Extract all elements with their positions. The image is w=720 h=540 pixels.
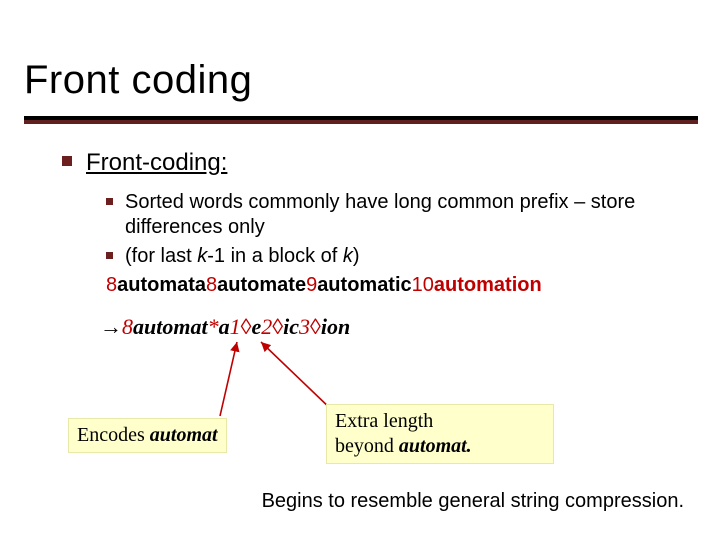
arrow-icon: → bbox=[100, 314, 122, 339]
bullet-level1: Front-coding: bbox=[62, 148, 682, 178]
suffix: ic bbox=[283, 314, 299, 339]
bullet-square-icon bbox=[106, 198, 113, 205]
diamond-icon: ◊ bbox=[310, 314, 321, 339]
len-number: 10 bbox=[412, 274, 434, 296]
len-number: 9 bbox=[306, 274, 317, 296]
text: -1 in a block of bbox=[207, 245, 343, 267]
diamond-icon: ◊ bbox=[241, 314, 252, 339]
text: ) bbox=[353, 245, 360, 267]
len-number: 8 bbox=[122, 314, 133, 339]
bullet-text: (for last k-1 in a block of k) bbox=[125, 244, 360, 269]
bullet-level2: (for last k-1 in a block of k) bbox=[106, 244, 682, 269]
callout-encodes: Encodes automat bbox=[68, 418, 227, 453]
delta-number: 1 bbox=[230, 314, 241, 339]
diamond-icon: ◊ bbox=[272, 314, 283, 339]
delta-number: 2 bbox=[261, 314, 272, 339]
star-marker: * bbox=[208, 314, 219, 339]
example-words: 8automata8automate9automatic10automation bbox=[106, 273, 682, 298]
word: automation bbox=[434, 274, 542, 296]
callout-extra-length: Extra length beyond automat. bbox=[326, 404, 554, 464]
bullet-text: Sorted words commonly have long common p… bbox=[125, 190, 682, 240]
encoded-output: →8automat*a1◊e2◊ic3◊ion bbox=[100, 314, 350, 340]
word: automata bbox=[117, 274, 206, 296]
slide: Front coding Front-coding: Sorted words … bbox=[0, 0, 720, 540]
word: automate bbox=[217, 274, 306, 296]
bullet-square-icon bbox=[106, 252, 113, 259]
footer-note: Begins to resemble general string compre… bbox=[0, 490, 696, 513]
bullet-square-icon bbox=[62, 156, 72, 166]
text: Extra length bbox=[335, 409, 545, 434]
title-rule bbox=[24, 116, 698, 124]
stem-word: automat bbox=[150, 424, 218, 446]
suffix: ion bbox=[321, 314, 350, 339]
word: automatic bbox=[317, 274, 411, 296]
stem-word: automat. bbox=[399, 435, 472, 457]
suffix: e bbox=[251, 314, 261, 339]
sub-bullets: Sorted words commonly have long common p… bbox=[106, 190, 682, 269]
var-k: k bbox=[343, 245, 353, 267]
delta-number: 3 bbox=[299, 314, 310, 339]
text: beyond bbox=[335, 435, 399, 457]
bullet-level2: Sorted words commonly have long common p… bbox=[106, 190, 682, 240]
stem: automat bbox=[133, 314, 208, 339]
len-number: 8 bbox=[106, 274, 117, 296]
var-k: k bbox=[197, 245, 207, 267]
text-line: beyond automat. bbox=[335, 434, 545, 459]
suffix: a bbox=[219, 314, 230, 339]
text: (for last bbox=[125, 245, 197, 267]
slide-title: Front coding bbox=[24, 58, 252, 103]
bullet-text: Front-coding: bbox=[86, 148, 227, 178]
len-number: 8 bbox=[206, 274, 217, 296]
body: Front-coding: Sorted words commonly have… bbox=[62, 148, 682, 298]
text: Encodes bbox=[77, 424, 150, 446]
